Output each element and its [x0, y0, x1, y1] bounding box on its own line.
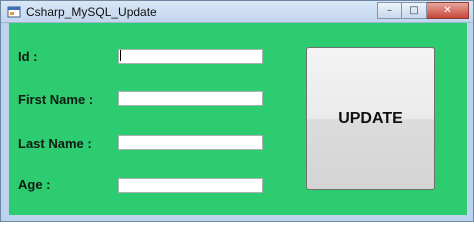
close-icon: ✕ — [443, 4, 452, 16]
title-bar[interactable]: Csharp_MySQL_Update – □ ✕ — [1, 1, 473, 23]
last-name-input[interactable] — [118, 135, 263, 150]
text-caret — [120, 50, 121, 61]
minimize-icon: – — [387, 4, 392, 16]
caption-buttons: – □ ✕ — [377, 2, 469, 20]
maximize-button[interactable]: □ — [402, 2, 427, 19]
app-window: Csharp_MySQL_Update – □ ✕ Id : First Nam… — [0, 0, 474, 222]
last-name-label: Last Name : — [18, 136, 92, 151]
id-input[interactable] — [118, 49, 263, 64]
update-button[interactable]: UPDATE — [306, 47, 435, 190]
minimize-button[interactable]: – — [377, 2, 402, 19]
age-label: Age : — [18, 177, 51, 192]
first-name-label: First Name : — [18, 92, 94, 107]
form-client-area: Id : First Name : Last Name : Age : UPDA… — [9, 23, 467, 215]
window-app-icon[interactable] — [7, 5, 21, 19]
age-input[interactable] — [118, 178, 263, 193]
close-button[interactable]: ✕ — [427, 2, 469, 19]
maximize-icon: □ — [409, 4, 419, 16]
first-name-input[interactable] — [118, 91, 263, 106]
id-label: Id : — [18, 49, 38, 64]
window-title: Csharp_MySQL_Update — [26, 5, 157, 19]
